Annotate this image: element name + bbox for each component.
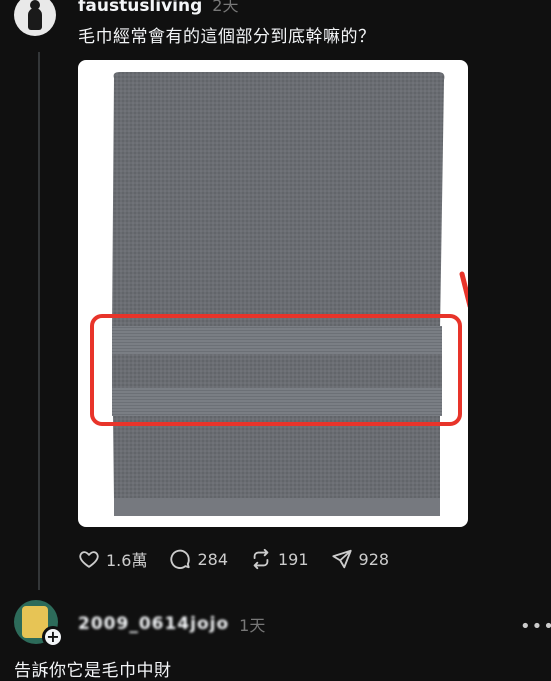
- like-button[interactable]: 1.6萬: [78, 547, 147, 571]
- send-icon: [331, 549, 352, 569]
- like-count: 1.6萬: [106, 551, 148, 570]
- post-timestamp: 2天: [212, 0, 239, 15]
- post-image[interactable]: [78, 60, 468, 527]
- post-text: 毛巾經常會有的這個部分到底幹嘛的？: [78, 27, 376, 47]
- share-count: 928: [358, 549, 390, 569]
- reply-header: 2009_0614jojo 1天: [78, 612, 265, 636]
- arrow-icon: [459, 271, 468, 308]
- comment-count: 284: [197, 549, 228, 569]
- comment-button[interactable]: 284: [169, 548, 228, 570]
- repost-button[interactable]: 191: [250, 548, 309, 570]
- follow-button[interactable]: +: [42, 626, 64, 648]
- post-username[interactable]: faustusliving: [78, 0, 202, 16]
- avatar-figure-body: [28, 8, 42, 30]
- comment-icon: [170, 549, 191, 569]
- thread-line: [38, 52, 40, 590]
- towel-image: [90, 72, 468, 516]
- terry-stripe: [112, 354, 442, 388]
- post-header: faustusliving 2天: [78, 0, 239, 16]
- repost-icon: [253, 548, 269, 570]
- repost-count: 191: [278, 549, 309, 569]
- towel-hem: [114, 498, 440, 516]
- reply-timestamp: 1天: [239, 616, 266, 635]
- more-options-button[interactable]: •••: [520, 616, 551, 637]
- reply-username[interactable]: 2009_0614jojo: [78, 614, 229, 634]
- post-action-bar: 1.6萬 284 191 928: [78, 546, 411, 572]
- post-avatar[interactable]: [14, 0, 56, 36]
- dobby-band-top: [112, 326, 442, 354]
- share-button[interactable]: 928: [331, 548, 390, 570]
- heart-icon: [79, 551, 99, 568]
- dobby-band-bottom: [112, 388, 442, 416]
- towel-body: [112, 72, 445, 508]
- reply-text: 告訴你它是毛巾中財: [14, 661, 172, 681]
